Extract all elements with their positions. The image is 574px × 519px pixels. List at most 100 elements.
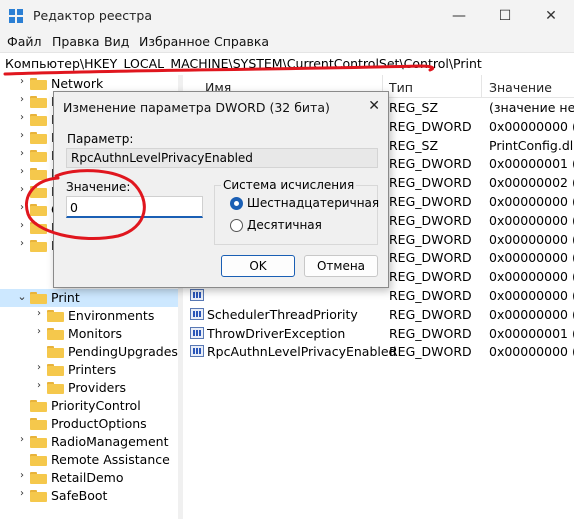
column-header-value[interactable]: Значение bbox=[489, 80, 552, 95]
value-type: REG_DWORD bbox=[389, 344, 472, 360]
value-data: 0x00000000 (0) bbox=[489, 194, 574, 209]
tree-item-label: ProductOptions bbox=[51, 416, 147, 431]
address-path[interactable]: Компьютер\HKEY_LOCAL_MACHINE\SYSTEM\Curr… bbox=[5, 56, 482, 71]
value-type: REG_DWORD bbox=[389, 288, 472, 303]
base-groupbox bbox=[214, 185, 378, 245]
tree-item-label: Print bbox=[51, 290, 80, 305]
binary-value-icon bbox=[190, 289, 204, 301]
folder-icon bbox=[47, 328, 64, 340]
menu-file[interactable]: Файл bbox=[7, 34, 42, 49]
chevron-right-icon[interactable]: › bbox=[16, 220, 28, 231]
folder-icon bbox=[30, 96, 47, 108]
chevron-right-icon[interactable]: › bbox=[33, 326, 45, 337]
dialog-close-icon[interactable]: ✕ bbox=[368, 98, 380, 114]
value-type: REG_DWORD bbox=[389, 194, 472, 209]
value-name: RpcAuthnLevelPrivacyEnabled bbox=[207, 344, 397, 360]
value-data-input[interactable]: 0 bbox=[66, 196, 203, 218]
folder-icon bbox=[30, 168, 47, 180]
tree-item[interactable]: › SafeBoot bbox=[0, 487, 178, 505]
folder-icon bbox=[30, 292, 47, 304]
chevron-right-icon[interactable]: › bbox=[16, 130, 28, 141]
menu-view[interactable]: Вид bbox=[104, 34, 129, 49]
base-group-title: Система исчисления bbox=[221, 178, 357, 192]
param-label: Параметр: bbox=[67, 132, 134, 146]
chevron-right-icon[interactable]: › bbox=[16, 184, 28, 195]
table-row[interactable]: ThrowDriverException REG_DWORD 0x00000001 … bbox=[183, 324, 574, 343]
tree-item[interactable]: › Providers bbox=[0, 379, 178, 397]
folder-icon bbox=[30, 418, 47, 430]
value-type: REG_SZ bbox=[389, 137, 439, 153]
close-button[interactable]: ✕ bbox=[528, 0, 574, 32]
value-type: REG_DWORD bbox=[389, 156, 472, 172]
chevron-right-icon[interactable]: › bbox=[16, 434, 28, 445]
value-data: 0x00000000 (0) bbox=[489, 118, 574, 134]
binary-value-icon bbox=[190, 307, 204, 320]
hex-radio-label[interactable]: Шестнадцатеричная bbox=[247, 196, 379, 210]
tree-item[interactable]: › Monitors bbox=[0, 325, 178, 343]
tree-item-print[interactable]: ⌄ Print bbox=[0, 289, 178, 307]
tree-item-label: RetailDemo bbox=[51, 470, 124, 485]
ok-button[interactable]: OK bbox=[221, 255, 295, 277]
hex-radio[interactable] bbox=[230, 197, 243, 210]
table-row[interactable]: SchedulerThreadPriority REG_DWORD 0x000000… bbox=[183, 305, 574, 324]
folder-icon bbox=[30, 132, 47, 144]
value-type: REG_DWORD bbox=[389, 118, 472, 134]
chevron-right-icon[interactable]: › bbox=[16, 488, 28, 499]
window-title: Редактор реестра bbox=[33, 8, 152, 23]
tree-item-label: Remote Assistance bbox=[51, 452, 170, 467]
tree-item[interactable]: ProductOptions bbox=[0, 415, 178, 433]
value-label: Значение: bbox=[66, 180, 131, 194]
value-type: REG_DWORD bbox=[389, 212, 472, 228]
value-type: REG_DWORD bbox=[389, 175, 472, 191]
value-type: REG_DWORD bbox=[389, 231, 472, 247]
decimal-radio-label[interactable]: Десятичная bbox=[247, 218, 322, 232]
chevron-right-icon[interactable]: › bbox=[16, 76, 28, 87]
minimize-button[interactable]: — bbox=[436, 0, 482, 32]
tree-item[interactable]: PriorityControl bbox=[0, 397, 178, 415]
table-row[interactable]: REG_DWORD 0x00000000 (0) bbox=[183, 286, 574, 305]
folder-icon bbox=[30, 400, 47, 412]
table-row[interactable]: RpcAuthnLevelPrivacyEnabled REG_DWORD 0x00… bbox=[183, 342, 574, 361]
tree-item[interactable]: PendingUpgrades bbox=[0, 343, 178, 361]
tree-item-label: PriorityControl bbox=[51, 398, 141, 413]
folder-icon bbox=[30, 222, 47, 234]
folder-icon bbox=[30, 204, 47, 216]
chevron-right-icon[interactable]: › bbox=[33, 362, 45, 373]
chevron-right-icon[interactable]: › bbox=[16, 166, 28, 177]
chevron-right-icon[interactable]: › bbox=[33, 380, 45, 391]
folder-icon bbox=[47, 382, 64, 394]
menu-edit[interactable]: Правка bbox=[52, 34, 100, 49]
decimal-radio[interactable] bbox=[230, 219, 243, 232]
tree-item[interactable]: Remote Assistance bbox=[0, 451, 178, 469]
binary-value-icon bbox=[190, 345, 204, 358]
maximize-button[interactable]: ☐ bbox=[482, 0, 528, 32]
value-data: 0x00000001 (1) bbox=[489, 325, 574, 341]
chevron-right-icon[interactable]: › bbox=[16, 148, 28, 159]
tree-item-label: RadioManagement bbox=[51, 434, 169, 449]
folder-icon bbox=[30, 186, 47, 198]
chevron-right-icon[interactable]: › bbox=[16, 470, 28, 481]
cancel-button[interactable]: Отмена bbox=[304, 255, 378, 277]
tree-item[interactable]: › Environments bbox=[0, 307, 178, 325]
column-divider[interactable] bbox=[481, 75, 482, 97]
menu-favorites[interactable]: Избранное bbox=[139, 34, 210, 49]
value-type: REG_DWORD bbox=[389, 250, 472, 266]
value-data: PrintConfig.dll bbox=[489, 137, 574, 153]
chevron-right-icon[interactable]: › bbox=[16, 94, 28, 105]
tree-item[interactable]: › Printers bbox=[0, 361, 178, 379]
tree-item[interactable]: › RadioManagement bbox=[0, 433, 178, 451]
menu-help[interactable]: Справка bbox=[214, 34, 269, 49]
chevron-right-icon[interactable]: › bbox=[33, 308, 45, 319]
tree-item-label: Providers bbox=[68, 380, 126, 395]
value-data: 0x00000000 (0) bbox=[489, 250, 574, 266]
tree-item[interactable]: › RetailDemo bbox=[0, 469, 178, 487]
menu-bar: Файл Правка Вид Избранное Справка bbox=[0, 32, 574, 52]
column-header-type[interactable]: Тип bbox=[389, 80, 413, 95]
chevron-right-icon[interactable]: › bbox=[16, 112, 28, 123]
address-bar[interactable]: Компьютер\HKEY_LOCAL_MACHINE\SYSTEM\Curr… bbox=[0, 52, 574, 76]
chevron-right-icon[interactable]: › bbox=[16, 238, 28, 249]
regedit-app-icon bbox=[9, 9, 23, 23]
folder-icon bbox=[30, 454, 47, 466]
chevron-right-icon[interactable]: › bbox=[16, 202, 28, 213]
chevron-down-icon[interactable]: ⌄ bbox=[16, 290, 28, 303]
